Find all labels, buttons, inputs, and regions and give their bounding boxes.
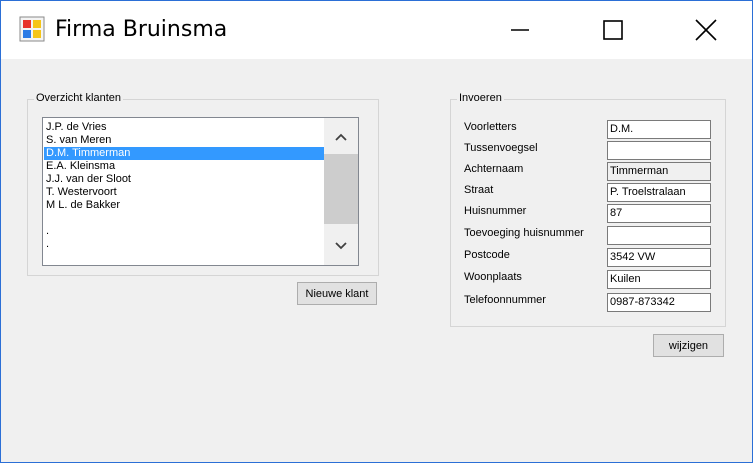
input-group-legend: Invoeren xyxy=(457,92,504,104)
list-item[interactable]: E.A. Kleinsma xyxy=(44,160,324,173)
label-voorletters: Voorletters xyxy=(464,121,517,133)
customer-listbox[interactable]: J.P. de Vries S. van Meren D.M. Timmerma… xyxy=(42,117,359,266)
winforms-app-icon xyxy=(19,16,45,42)
list-item[interactable]: . xyxy=(44,238,324,251)
window-title: Firma Bruinsma xyxy=(55,17,228,42)
label-postcode: Postcode xyxy=(464,249,510,261)
label-toevoeging-huisnummer: Toevoeging huisnummer xyxy=(464,227,584,239)
list-item[interactable]: . xyxy=(44,225,324,238)
list-item-selected[interactable]: D.M. Timmerman xyxy=(44,147,324,160)
list-item[interactable]: M L. de Bakker xyxy=(44,199,324,212)
scroll-up-button[interactable] xyxy=(324,122,358,152)
minimize-button[interactable] xyxy=(497,1,543,59)
label-achternaam: Achternaam xyxy=(464,163,524,175)
straat-field[interactable]: P. Troelstralaan xyxy=(607,183,711,202)
customers-group-legend: Overzicht klanten xyxy=(34,92,123,104)
chevron-down-icon xyxy=(335,242,347,250)
achternaam-field[interactable]: Timmerman xyxy=(607,162,711,181)
postcode-field[interactable]: 3542 VW xyxy=(607,248,711,267)
close-button[interactable] xyxy=(683,1,729,59)
list-scrollbar[interactable] xyxy=(324,118,358,265)
voorletters-field[interactable]: D.M. xyxy=(607,120,711,139)
list-item[interactable] xyxy=(44,212,324,225)
label-straat: Straat xyxy=(464,184,494,196)
minimize-icon xyxy=(511,29,529,31)
new-customer-button[interactable]: Nieuwe klant xyxy=(297,282,377,305)
maximize-button[interactable] xyxy=(590,1,636,59)
label-woonplaats: Woonplaats xyxy=(464,271,522,283)
telefoonnummer-field[interactable]: 0987-873342 xyxy=(607,293,711,312)
edit-button[interactable]: wijzigen xyxy=(653,334,724,357)
list-item[interactable]: T. Westervoort xyxy=(44,186,324,199)
list-item[interactable]: S. van Meren xyxy=(44,134,324,147)
woonplaats-field[interactable]: Kuilen xyxy=(607,270,711,289)
scroll-thumb[interactable] xyxy=(324,154,358,224)
maximize-icon xyxy=(603,20,623,40)
close-icon xyxy=(695,19,717,41)
app-window: Firma Bruinsma Overzicht klanten J.P. de… xyxy=(0,0,753,463)
label-tussenvoegsel: Tussenvoegsel xyxy=(464,142,538,154)
toevoeging-huisnummer-field[interactable] xyxy=(607,226,711,245)
list-item[interactable]: J.P. de Vries xyxy=(44,121,324,134)
chevron-up-icon xyxy=(335,133,347,141)
label-huisnummer: Huisnummer xyxy=(464,205,527,217)
scroll-down-button[interactable] xyxy=(324,231,358,261)
title-bar[interactable]: Firma Bruinsma xyxy=(1,1,752,59)
huisnummer-field[interactable]: 87 xyxy=(607,204,711,223)
label-telefoonnummer: Telefoonnummer xyxy=(464,294,546,306)
list-item[interactable]: J.J. van der Sloot xyxy=(44,173,324,186)
tussenvoegsel-field[interactable] xyxy=(607,141,711,160)
